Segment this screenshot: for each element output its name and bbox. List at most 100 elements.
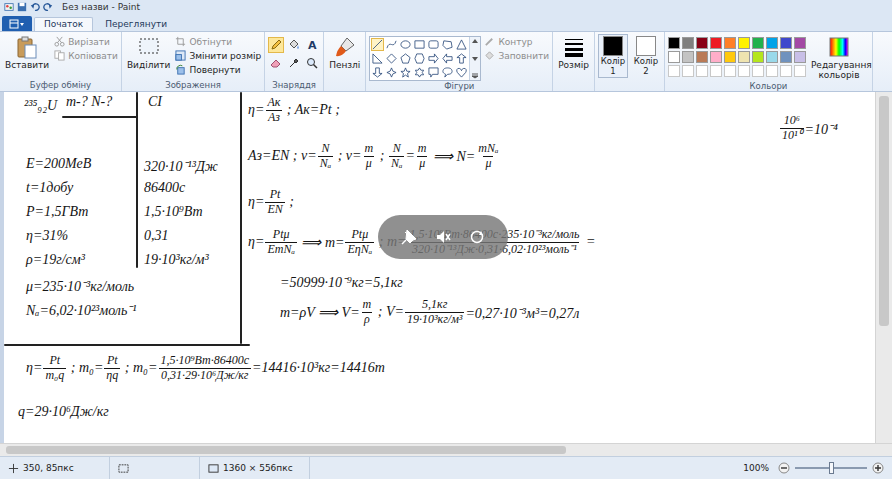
- cut-button[interactable]: Вирізати: [54, 35, 118, 48]
- tool-button[interactable]: [268, 37, 284, 53]
- shape-button[interactable]: [455, 52, 468, 65]
- palette-swatch[interactable]: [668, 37, 680, 49]
- shape-button[interactable]: [399, 66, 412, 79]
- palette-swatch[interactable]: [752, 51, 764, 63]
- copy-button[interactable]: Копіювати: [54, 49, 118, 62]
- palette-swatch[interactable]: [710, 37, 722, 49]
- palette-swatch[interactable]: [738, 37, 750, 49]
- palette-swatch[interactable]: [780, 51, 792, 63]
- undo-icon[interactable]: [30, 2, 40, 12]
- resize-button[interactable]: Змінити розмір: [175, 49, 261, 62]
- shape-button[interactable]: [399, 52, 412, 65]
- shape-button[interactable]: [385, 52, 398, 65]
- colors-group: Редагування кольорів Кольори: [665, 32, 873, 91]
- star4-icon: [386, 67, 397, 78]
- pin-icon[interactable]: [401, 229, 417, 245]
- fraction: m μ: [363, 142, 376, 171]
- color-slot-button[interactable]: Колір 1: [598, 34, 628, 78]
- crop-button[interactable]: Обтінути: [175, 35, 261, 48]
- color-slot-button[interactable]: Колір 2: [631, 34, 661, 78]
- paste-button[interactable]: Вставити: [3, 34, 51, 71]
- menu-icon: [9, 19, 25, 29]
- shape-button[interactable]: [427, 66, 440, 79]
- shape-button[interactable]: [427, 38, 440, 51]
- handwritten-note: 10⁶ 10¹⁰=10⁻⁴: [779, 114, 838, 143]
- paint-app-icon[interactable]: [4, 2, 14, 12]
- brush-icon: [333, 35, 357, 59]
- expand-icon: [471, 73, 479, 79]
- shape-button[interactable]: [441, 66, 454, 79]
- shape-button[interactable]: [441, 38, 454, 51]
- palette-swatch[interactable]: [724, 51, 736, 63]
- shape-button[interactable]: [427, 52, 440, 65]
- zoom-out-icon[interactable]: [778, 462, 790, 474]
- shape-button[interactable]: [455, 38, 468, 51]
- shape-button[interactable]: [413, 38, 426, 51]
- heart-icon: [456, 67, 467, 78]
- shape-button[interactable]: [455, 66, 468, 79]
- scrollbar-thumb[interactable]: [6, 446, 566, 454]
- tool-button[interactable]: [304, 55, 320, 71]
- zoom-slider[interactable]: [795, 467, 867, 469]
- app-menu-button[interactable]: [2, 16, 32, 31]
- vertical-scrollbar[interactable]: [875, 92, 892, 443]
- shape-button[interactable]: [371, 38, 384, 51]
- tool-button[interactable]: [286, 37, 302, 53]
- palette-swatch[interactable]: [794, 51, 806, 63]
- shape-button[interactable]: [399, 38, 412, 51]
- fill-button[interactable]: Заповнити: [484, 49, 549, 62]
- redo-icon[interactable]: [43, 2, 53, 12]
- palette-swatch[interactable]: [724, 37, 736, 49]
- horizontal-scrollbar[interactable]: [0, 443, 892, 456]
- fraction: m ρ: [361, 298, 374, 327]
- brushes-button[interactable]: Пензлі: [327, 34, 362, 71]
- gallery-scroll[interactable]: [469, 37, 480, 80]
- palette-swatch[interactable]: [780, 37, 792, 49]
- zoom-level: 100%: [743, 463, 769, 473]
- media-controls-overlay[interactable]: [378, 215, 508, 259]
- fraction: 5,1кг 19·10³кг/м³: [405, 298, 464, 327]
- tool-button[interactable]: A: [304, 37, 320, 53]
- shape-button[interactable]: [413, 66, 426, 79]
- palette-swatch[interactable]: [766, 37, 778, 49]
- palette-swatch[interactable]: [682, 51, 694, 63]
- palette-swatch[interactable]: [668, 51, 680, 63]
- muted-speaker-icon[interactable]: [435, 229, 451, 245]
- shape-button[interactable]: [441, 52, 454, 65]
- arrow-right-icon: [428, 53, 439, 64]
- scrollbar-thumb[interactable]: [879, 96, 889, 326]
- loop-icon[interactable]: [469, 229, 485, 245]
- tool-button[interactable]: [286, 55, 302, 71]
- pen-stroke: [240, 92, 242, 344]
- zoom-in-icon[interactable]: [872, 462, 884, 474]
- save-icon[interactable]: [17, 2, 27, 12]
- ribbon-tab[interactable]: Початок: [34, 17, 93, 31]
- shape-button[interactable]: [371, 66, 384, 79]
- shape-button[interactable]: [385, 66, 398, 79]
- tool-button[interactable]: [268, 55, 284, 71]
- handwritten-note: μ=235·10⁻³кг/моль: [26, 276, 134, 295]
- palette-swatch[interactable]: [682, 37, 694, 49]
- rotate-button[interactable]: Повернути: [175, 63, 261, 76]
- paint-window: Без назви - Paint ПочатокПереглянути Вст…: [0, 0, 892, 479]
- shape-button[interactable]: [371, 52, 384, 65]
- handwritten-note: СІ: [148, 94, 162, 110]
- size-button[interactable]: Розмір: [556, 34, 591, 71]
- palette-swatch[interactable]: [752, 37, 764, 49]
- edit-colors-button[interactable]: Редагування кольорів: [809, 34, 869, 81]
- shape-button[interactable]: [413, 52, 426, 65]
- drawing-canvas[interactable]: ²³⁵₉₂Um-? N-?СІE=200МеВt=1добуP=1,5ГВтη=…: [0, 92, 875, 443]
- group-label: Фігури: [369, 81, 549, 92]
- palette-swatch[interactable]: [696, 37, 708, 49]
- select-button[interactable]: Виділити: [125, 34, 172, 71]
- shape-button[interactable]: [385, 38, 398, 51]
- palette-swatch[interactable]: [710, 51, 722, 63]
- palette-swatch[interactable]: [696, 51, 708, 63]
- ribbon-tab[interactable]: Переглянути: [95, 17, 177, 31]
- palette-swatch[interactable]: [738, 51, 750, 63]
- outline-button[interactable]: Контур: [484, 35, 549, 48]
- palette-swatch[interactable]: [794, 37, 806, 49]
- zoom-slider-thumb[interactable]: [829, 462, 834, 474]
- palette-swatch[interactable]: [766, 51, 778, 63]
- empty-swatch: [752, 65, 764, 77]
